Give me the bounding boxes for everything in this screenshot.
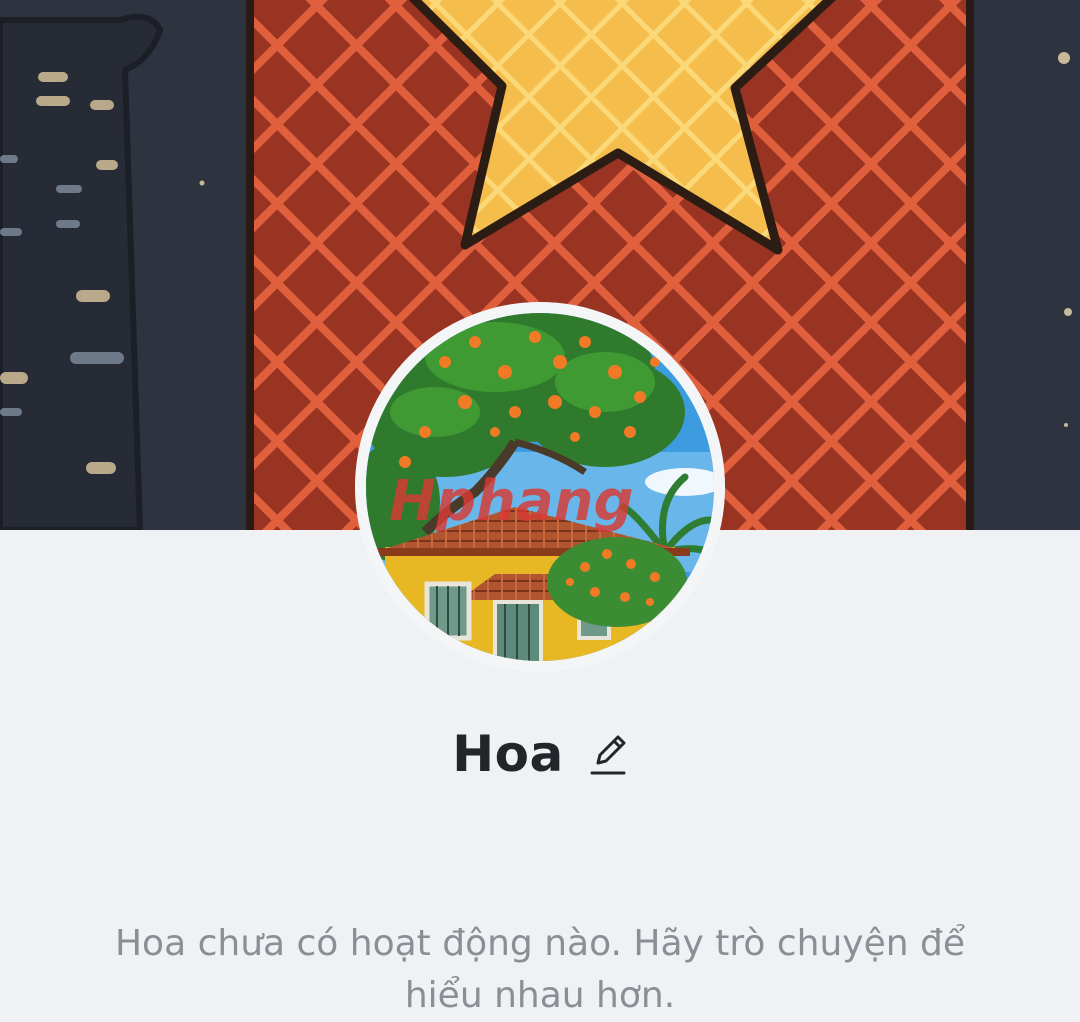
profile-avatar[interactable]: Hphang [355,302,725,672]
profile-name: Hoa [452,725,564,783]
avatar-image: Hphang [355,302,725,672]
empty-activity-message: Hoa chưa có hoạt động nào. Hãy trò chuyệ… [114,923,965,1016]
pencil-icon[interactable] [588,731,628,777]
profile-name-row: Hoa [0,718,1080,790]
avatar-watermark: Hphang [389,469,634,534]
